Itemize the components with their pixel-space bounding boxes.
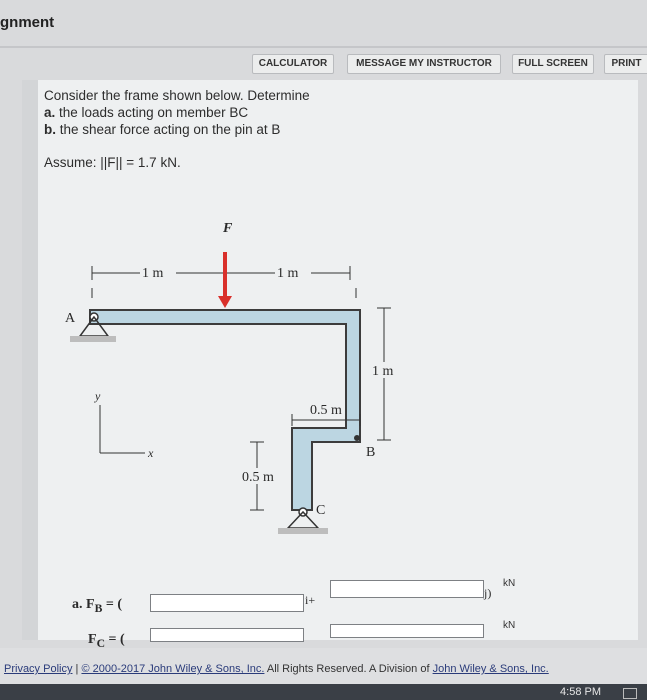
footer-text: Privacy Policy | © 2000-2017 John Wiley …	[4, 663, 549, 675]
frame-diagram: F 1 m 1 m A B C 1 m 0.5 m 0.5 m y x	[65, 221, 400, 534]
assumption: Assume: ||F|| = 1.7 kN.	[44, 155, 181, 170]
part-b-prefix: b.	[44, 122, 56, 137]
header-divider	[0, 46, 647, 48]
privacy-policy-link[interactable]: Privacy Policy	[4, 663, 72, 675]
pin-b	[354, 435, 360, 441]
print-button[interactable]: PRINT	[604, 54, 647, 74]
fb-i-input[interactable]	[150, 594, 304, 612]
label-a: A	[65, 311, 76, 326]
answer-a-equals: = (	[102, 597, 122, 612]
calculator-button[interactable]: CALCULATOR	[252, 54, 334, 74]
ground-c	[278, 528, 328, 534]
full-screen-button[interactable]: FULL SCREEN	[512, 54, 594, 74]
question-part-a: a. the loads acting on member BC	[44, 104, 310, 121]
notification-icon[interactable]	[623, 688, 637, 699]
question-part-b: b. the shear force acting on the pin at …	[44, 121, 310, 138]
answer-a-label: a. FB = (	[72, 597, 122, 615]
dim-low: 0.5 m	[242, 470, 274, 485]
rights-text: All Rights Reserved. A Division of	[264, 663, 433, 675]
answer-c-text: F	[88, 632, 97, 647]
part-a-prefix: a.	[44, 105, 56, 120]
j-close-label: j)	[484, 586, 492, 600]
i-plus-label: i+	[305, 593, 316, 607]
panel-margin	[22, 80, 38, 640]
dim-top-right: 1 m	[277, 266, 299, 281]
question-text: Consider the frame shown below. Determin…	[44, 87, 310, 138]
dim-right: 1 m	[372, 364, 394, 379]
answer-a-text: a. F	[72, 597, 95, 612]
clock: 4:58 PM	[560, 686, 601, 698]
message-instructor-button[interactable]: MESSAGE MY INSTRUCTOR	[347, 54, 501, 74]
fc-i-input[interactable]	[150, 628, 304, 642]
force-label: F	[222, 221, 233, 236]
company-link[interactable]: John Wiley & Sons, Inc.	[433, 663, 549, 675]
question-intro: Consider the frame shown below. Determin…	[44, 88, 310, 103]
fc-j-input[interactable]	[330, 624, 484, 638]
part-a-text: the loads acting on member BC	[55, 105, 249, 120]
system-taskbar	[0, 684, 647, 700]
dim-mid: 0.5 m	[310, 403, 342, 418]
label-b: B	[366, 445, 375, 460]
answer-c-equals: = (	[104, 632, 125, 647]
force-arrow-head	[218, 296, 232, 308]
dim-top-left: 1 m	[142, 266, 164, 281]
label-c: C	[316, 503, 325, 518]
part-b-text: the shear force acting on the pin at B	[56, 122, 281, 137]
axis-x-label: x	[147, 446, 154, 460]
unit-kn-c: kN	[503, 620, 516, 631]
toolbar: CALCULATOR MESSAGE MY INSTRUCTOR FULL SC…	[252, 54, 647, 74]
fb-j-input[interactable]	[330, 580, 484, 598]
ground-a	[70, 336, 116, 342]
unit-kn-a: kN	[503, 578, 516, 589]
page-title: gnment	[0, 14, 55, 31]
axis-y-label: y	[94, 389, 101, 403]
copyright-link[interactable]: © 2000-2017 John Wiley & Sons, Inc.	[81, 663, 264, 675]
